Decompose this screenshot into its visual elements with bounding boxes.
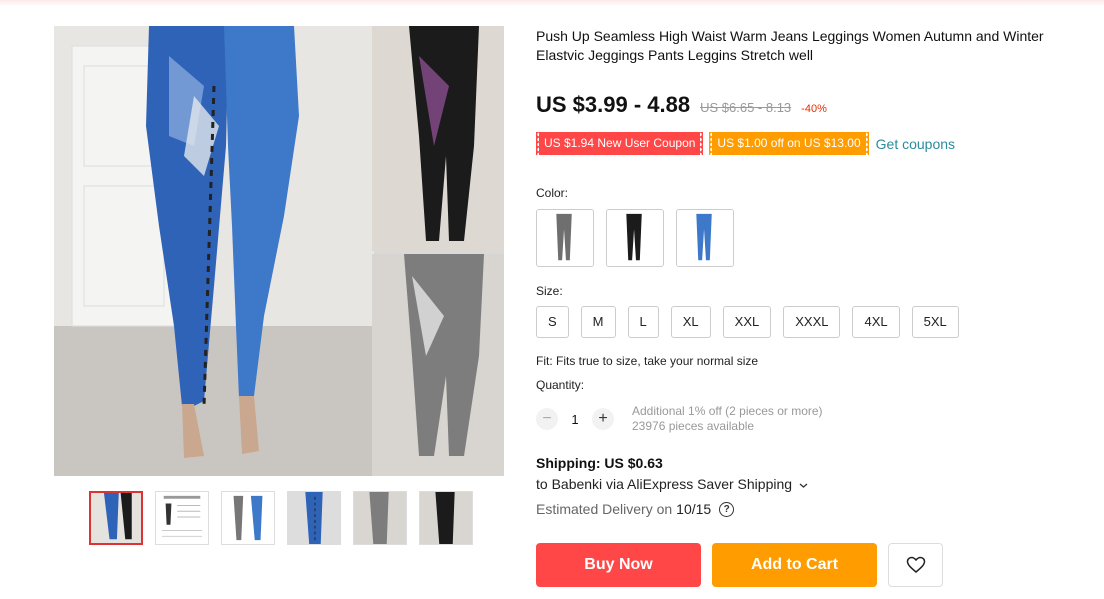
size-option-m[interactable]: M bbox=[580, 306, 616, 338]
size-option-4xl[interactable]: 4XL bbox=[852, 306, 900, 338]
shipping-destination[interactable]: to Babenki via AliExpress Saver Shipping bbox=[536, 476, 808, 492]
heart-icon bbox=[906, 556, 925, 573]
size-option-5xl[interactable]: 5XL bbox=[911, 306, 959, 338]
size-option-l[interactable]: L bbox=[627, 306, 659, 338]
add-to-cart-button[interactable]: Add to Cart bbox=[712, 543, 877, 587]
color-swatches bbox=[536, 209, 734, 267]
wishlist-button[interactable] bbox=[888, 543, 943, 587]
product-title: Push Up Seamless High Waist Warm Jeans L… bbox=[536, 28, 1044, 63]
discount-badge: -40% bbox=[801, 103, 827, 115]
thumbnail-5[interactable] bbox=[353, 491, 407, 545]
quantity-plus-button[interactable]: + bbox=[592, 408, 614, 430]
size-options: S M L XL XXL XXXL 4XL 5XL bbox=[536, 306, 959, 338]
quantity-stepper: − 1 + Additional 1% off (2 pieces or mor… bbox=[536, 404, 823, 434]
header-strip bbox=[0, 0, 1104, 6]
shipping-destination-text: to Babenki via AliExpress Saver Shipping bbox=[536, 476, 793, 492]
thumbnail-4[interactable] bbox=[287, 491, 341, 545]
bulk-discount-note: Additional 1% off (2 pieces or more) bbox=[632, 404, 823, 418]
quantity-value[interactable]: 1 bbox=[558, 412, 592, 427]
current-price: US $3.99 - 4.88 bbox=[536, 92, 691, 117]
thumbnail-strip bbox=[89, 491, 473, 545]
color-label: Color: bbox=[536, 186, 569, 200]
original-price: US $6.65 - 8.13 bbox=[700, 100, 792, 115]
thumbnail-3[interactable] bbox=[221, 491, 275, 545]
shipping-cost: Shipping: US $0.63 bbox=[536, 455, 663, 471]
quantity-minus-button[interactable]: − bbox=[536, 408, 558, 430]
size-option-xxl[interactable]: XXL bbox=[722, 306, 772, 338]
thumbnail-size-chart[interactable] bbox=[155, 491, 209, 545]
new-user-coupon[interactable]: US $1.94 New User Coupon bbox=[536, 132, 704, 155]
color-swatch-black[interactable] bbox=[606, 209, 664, 267]
quantity-label: Quantity: bbox=[536, 378, 585, 392]
delivery-date: 10/15 bbox=[676, 501, 712, 517]
action-buttons: Buy Now Add to Cart bbox=[536, 543, 943, 587]
size-option-xxxl[interactable]: XXXL bbox=[783, 306, 841, 338]
get-coupons-link[interactable]: Get coupons bbox=[876, 136, 955, 152]
buy-now-button[interactable]: Buy Now bbox=[536, 543, 701, 587]
stock-available: 23976 pieces available bbox=[632, 419, 755, 433]
color-swatch-blue[interactable] bbox=[676, 209, 734, 267]
chevron-down-icon bbox=[799, 483, 808, 488]
color-swatch-gray[interactable] bbox=[536, 209, 594, 267]
size-option-s[interactable]: S bbox=[536, 306, 569, 338]
question-circle-icon[interactable]: ? bbox=[719, 501, 735, 517]
main-product-image[interactable] bbox=[54, 26, 504, 476]
size-option-xl[interactable]: XL bbox=[670, 306, 711, 338]
thumbnail-6[interactable] bbox=[419, 491, 473, 545]
thumbnail-1[interactable] bbox=[89, 491, 143, 545]
fit-note: Fit: Fits true to size, take your normal… bbox=[536, 354, 759, 368]
delivery-label: Estimated Delivery on bbox=[536, 501, 673, 517]
quantity-info: Additional 1% off (2 pieces or more) 239… bbox=[632, 404, 823, 434]
price-row: US $3.99 - 4.88 US $6.65 - 8.13 -40% bbox=[536, 92, 827, 118]
estimated-delivery: Estimated Delivery on 10/15 ? bbox=[536, 501, 735, 517]
store-coupon[interactable]: US $1.00 off on US $13.00 bbox=[709, 132, 869, 155]
coupon-row: US $1.94 New User Coupon US $1.00 off on… bbox=[536, 132, 955, 155]
size-label: Size: bbox=[536, 284, 563, 298]
